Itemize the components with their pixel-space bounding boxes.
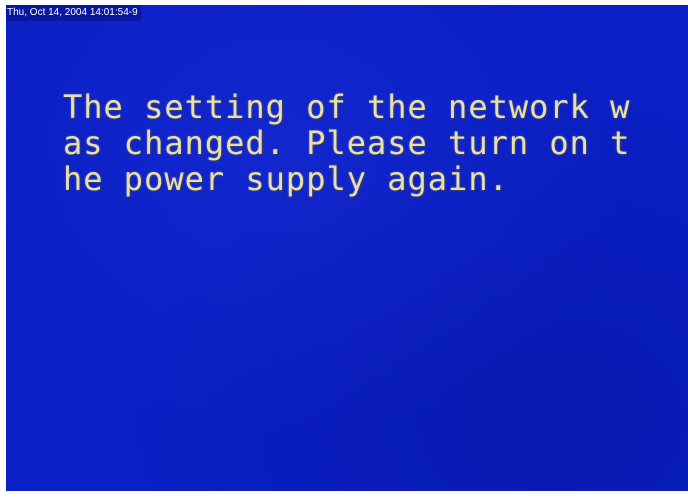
camera-frame: Thu, Oct 14, 2004 14:01:54-9 The setting… (0, 0, 688, 499)
network-change-message: The setting of the network w as changed.… (63, 89, 673, 197)
message-line-2: as changed. Please turn on t (63, 124, 631, 162)
video-screen: Thu, Oct 14, 2004 14:01:54-9 The setting… (6, 5, 688, 491)
message-line-1: The setting of the network w (63, 88, 631, 126)
timestamp-overlay: Thu, Oct 14, 2004 14:01:54-9 (6, 5, 141, 21)
message-line-3: he power supply again. (63, 160, 509, 198)
